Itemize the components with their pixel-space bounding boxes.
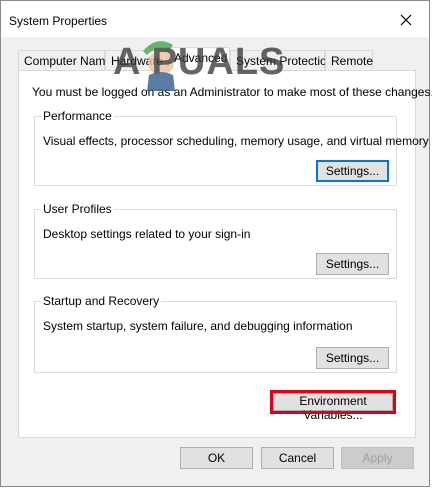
tab-hardware[interactable]: Hardware <box>105 50 168 70</box>
tab-label: Remote <box>331 54 374 68</box>
close-button[interactable] <box>389 7 423 33</box>
tab-label: Hardware <box>111 54 164 68</box>
tab-remote[interactable]: Remote <box>325 50 373 70</box>
close-icon <box>400 14 412 26</box>
ok-button[interactable]: OK <box>180 447 253 469</box>
tab-computer-name[interactable]: Computer Name <box>18 50 112 70</box>
user-profiles-settings-button[interactable]: Settings... <box>316 253 389 275</box>
apply-button[interactable]: Apply <box>341 447 414 469</box>
startup-recovery-group: Startup and Recovery System startup, sys… <box>34 294 397 373</box>
tab-label: Advanced <box>174 51 228 65</box>
performance-settings-button[interactable]: Settings... <box>316 160 389 182</box>
tab-system-protection[interactable]: System Protection <box>230 50 333 70</box>
admin-notice: You must be logged on as an Administrato… <box>32 85 432 99</box>
window-title: System Properties <box>9 14 108 28</box>
system-properties-dialog: System Properties Computer Name Hardware… <box>0 0 432 487</box>
advanced-tab-panel: You must be logged on as an Administrato… <box>18 70 432 438</box>
cancel-button[interactable]: Cancel <box>261 447 334 469</box>
performance-title: Performance <box>41 109 114 123</box>
title-bar[interactable]: System Properties <box>1 1 429 37</box>
startup-recovery-description: System startup, system failure, and debu… <box>43 319 353 333</box>
performance-group: Performance Visual effects, processor sc… <box>34 109 429 186</box>
tab-label: System Protection <box>236 54 334 68</box>
user-profiles-description: Desktop settings related to your sign-in <box>43 227 251 241</box>
environment-variables-button[interactable]: Environment Variables... <box>273 393 393 422</box>
startup-recovery-title: Startup and Recovery <box>41 294 162 308</box>
tab-label: Computer Name <box>24 54 113 68</box>
user-profiles-group: User Profiles Desktop settings related t… <box>34 202 397 279</box>
performance-description: Visual effects, processor scheduling, me… <box>43 134 429 148</box>
user-profiles-title: User Profiles <box>41 202 114 216</box>
tab-advanced[interactable]: Advanced <box>168 47 230 71</box>
startup-recovery-settings-button[interactable]: Settings... <box>316 347 389 369</box>
